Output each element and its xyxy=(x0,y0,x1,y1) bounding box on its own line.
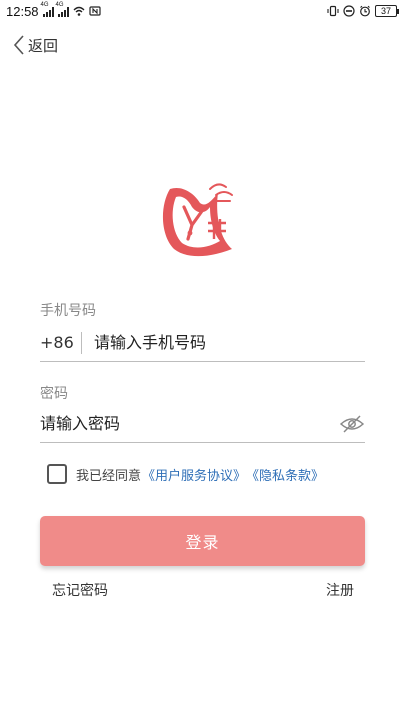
status-bar-right: 37 xyxy=(327,5,399,17)
privacy-policy-link[interactable]: 《隐私条款》 xyxy=(246,465,324,484)
status-bar-left: 12:58 4G 4G xyxy=(6,2,101,19)
vibrate-icon xyxy=(327,5,339,17)
password-input[interactable] xyxy=(40,414,333,433)
user-agreement-link[interactable]: 《用户服务协议》 xyxy=(142,465,246,484)
eye-off-icon[interactable] xyxy=(339,414,365,434)
agreement-prefix: 我已经同意 xyxy=(76,468,142,484)
phone-label: 手机号码 xyxy=(40,303,96,319)
battery-indicator: 37 xyxy=(375,5,399,17)
back-label: 返回 xyxy=(28,36,59,55)
forgot-password-link[interactable]: 忘记密码 xyxy=(52,580,108,600)
country-code[interactable]: +86 xyxy=(40,333,81,352)
phone-field: +86 xyxy=(40,324,365,362)
password-label: 密码 xyxy=(40,386,68,402)
chevron-left-icon xyxy=(13,35,24,55)
do-not-disturb-icon xyxy=(343,5,355,17)
alarm-icon xyxy=(360,5,370,17)
login-button[interactable]: 登录 xyxy=(40,516,365,566)
divider xyxy=(81,331,82,354)
register-link[interactable]: 注册 xyxy=(326,580,354,600)
agree-checkbox[interactable] xyxy=(47,464,67,484)
signal-icon-2: 4G xyxy=(56,2,69,17)
status-bar: 12:58 4G 4G 37 xyxy=(0,0,405,22)
password-field xyxy=(40,405,365,443)
app-logo xyxy=(162,183,233,257)
wifi-icon xyxy=(73,6,85,16)
agreement-row: 我已经同意 《用户服务协议》 《隐私条款》 xyxy=(47,464,324,484)
signal-icon: 4G xyxy=(41,2,54,17)
phone-input[interactable] xyxy=(94,333,365,352)
back-button[interactable]: 返回 xyxy=(12,34,58,56)
nfc-icon xyxy=(88,6,101,16)
status-time: 12:58 xyxy=(6,3,39,19)
